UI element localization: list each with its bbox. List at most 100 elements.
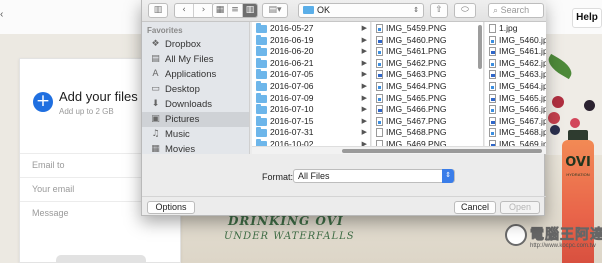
pictures-icon: ▣: [151, 114, 160, 124]
image-file-icon: [489, 47, 496, 57]
file-row[interactable]: IMG_5465.PNG: [372, 93, 483, 105]
folder-icon: [256, 23, 267, 33]
format-select[interactable]: All Files ⇕: [293, 169, 455, 183]
file-row[interactable]: IMG_5460.PNG: [372, 35, 483, 47]
image-file-icon: [489, 93, 496, 103]
file-name: IMG_5469.jp: [499, 139, 546, 146]
file-row[interactable]: IMG_5468.PNG: [372, 127, 483, 139]
sidebar-item[interactable]: ❖ Dropbox: [142, 37, 249, 52]
folder-row[interactable]: 2016-07-10 ▶: [252, 104, 370, 116]
blueberry-icon: [550, 125, 560, 135]
list-view-icon[interactable]: ≡: [228, 4, 243, 17]
folder-icon: [256, 127, 267, 138]
image-file-icon: [376, 24, 383, 33]
menu-icon[interactable]: ‹: [0, 10, 4, 20]
folder-row[interactable]: 2016-06-19 ▶: [252, 34, 370, 47]
sidebar-item[interactable]: ⬇ Downloads: [142, 97, 249, 112]
sidebar-item[interactable]: ♫ Music: [142, 127, 249, 142]
file-row[interactable]: IMG_5463.PNG: [372, 69, 483, 81]
add-files-title[interactable]: Add your files: [59, 89, 138, 104]
transfer-button[interactable]: [56, 255, 146, 263]
image-file-icon: [489, 70, 496, 80]
sidebar-item[interactable]: ▣ Pictures: [142, 112, 249, 127]
file-row[interactable]: IMG_5469.PNG: [372, 139, 483, 146]
file-row[interactable]: IMG_5464.jp: [485, 81, 546, 93]
image-file-icon: [489, 24, 496, 33]
cancel-button[interactable]: Cancel: [454, 201, 496, 214]
options-button[interactable]: Options: [147, 201, 195, 214]
file-row[interactable]: IMG_5463.jp: [485, 69, 546, 81]
open-file-dialog: ▥ ‹ › ▦ ≡ ▥ ▤▾ OK ⇕ ⇧ ⬭ ⌕ Search Favorit…: [141, 0, 546, 216]
add-files-button[interactable]: +: [33, 92, 53, 112]
icon-view-icon[interactable]: ▦: [213, 4, 228, 17]
file-row[interactable]: IMG_5465.jp: [485, 93, 546, 105]
file-row[interactable]: IMG_5467.PNG: [372, 116, 483, 128]
search-input[interactable]: ⌕ Search: [488, 3, 544, 18]
folder-row[interactable]: 2016-05-27 ▶: [252, 23, 370, 35]
file-name: IMG_5461.PNG: [386, 46, 447, 57]
column-view-icon[interactable]: ▥: [243, 4, 257, 17]
chevron-right-icon: ▶: [361, 47, 367, 56]
scrollbar-thumb[interactable]: [342, 149, 542, 153]
image-file-icon: [489, 82, 496, 91]
open-button[interactable]: Open: [500, 201, 540, 214]
folder-row[interactable]: 2016-07-05 ▶: [252, 69, 370, 81]
watermark-text: 電腦王阿達: [530, 227, 602, 244]
files-scrollbar[interactable]: [478, 25, 482, 69]
file-row[interactable]: IMG_5459.PNG: [372, 23, 483, 35]
image-file-icon: [376, 58, 383, 68]
file-name: IMG_5466.PNG: [386, 104, 447, 115]
back-icon[interactable]: ‹: [175, 4, 194, 17]
music-icon: ♫: [151, 129, 160, 139]
image-file-icon: [376, 70, 383, 80]
image-file-icon: [376, 82, 383, 91]
horizontal-scrollbar[interactable]: [252, 146, 546, 154]
sidebar-item[interactable]: A Applications: [142, 67, 249, 82]
file-row[interactable]: IMG_5460.jpe: [485, 35, 546, 47]
arrange-icon[interactable]: ▤▾: [262, 3, 288, 18]
favorites-heading: Favorites: [147, 26, 183, 35]
folder-icon: [256, 57, 267, 68]
file-name: IMG_5460.jpe: [499, 34, 546, 45]
sidebar-item[interactable]: ▦ Movies: [142, 142, 249, 154]
sidebar-item[interactable]: ▤ All My Files: [142, 52, 249, 67]
file-row[interactable]: IMG_5468.jp: [485, 127, 546, 139]
folder-row[interactable]: 2016-07-15 ▶: [252, 115, 370, 128]
file-row[interactable]: 1.jpg: [485, 23, 546, 35]
sidebar-item-label: Dropbox: [165, 39, 201, 50]
location-popup[interactable]: OK ⇕: [298, 3, 424, 18]
folder-row[interactable]: 2016-06-21 ▶: [252, 57, 370, 70]
image-file-icon: [489, 128, 496, 138]
applications-icon: A: [152, 69, 159, 79]
folder-row[interactable]: 2016-06-20 ▶: [252, 46, 370, 58]
folder-row[interactable]: 2016-07-09 ▶: [252, 92, 370, 105]
file-name: IMG_5462.PNG: [386, 57, 447, 68]
folder-row[interactable]: 2016-07-06 ▶: [252, 81, 370, 93]
folder-row[interactable]: 2016-07-31 ▶: [252, 127, 370, 139]
file-row[interactable]: IMG_5461.PNG: [372, 46, 483, 58]
folder-name: 2016-07-10: [270, 104, 314, 115]
file-row[interactable]: IMG_5464.PNG: [372, 81, 483, 93]
share-icon[interactable]: ⇧: [430, 3, 448, 18]
ad-headline: DRINKING OVI: [228, 214, 344, 228]
file-row[interactable]: IMG_5469.jp: [485, 139, 546, 146]
dialog-toolbar: ▥ ‹ › ▦ ≡ ▥ ▤▾ OK ⇕ ⇧ ⬭ ⌕ Search: [142, 0, 546, 22]
sidebar-item[interactable]: ▭ Desktop: [142, 82, 249, 97]
folder-icon: [256, 104, 267, 115]
folder-row[interactable]: 2016-10-02 ▶: [252, 139, 370, 146]
file-name: 1.jpg: [499, 23, 518, 33]
file-row[interactable]: IMG_5461.jp: [485, 46, 546, 58]
file-row[interactable]: IMG_5462.PNG: [372, 57, 483, 70]
file-row[interactable]: IMG_5466.jp: [485, 104, 546, 116]
tag-icon[interactable]: ⬭: [454, 3, 476, 18]
file-row[interactable]: IMG_5462.jp: [485, 58, 546, 70]
back-forward-control: ‹ ›: [174, 3, 214, 18]
preview-column: 1.jpgIMG_5460.jpeIMG_5461.jpIMG_5462.jpI…: [485, 22, 546, 146]
sidebar-toggle-icon[interactable]: ▥: [148, 3, 168, 18]
dropbox-icon: ❖: [151, 39, 160, 49]
file-row[interactable]: IMG_5467.jp: [485, 116, 546, 128]
file-name: IMG_5468.PNG: [386, 127, 447, 138]
forward-icon[interactable]: ›: [194, 4, 213, 17]
file-row[interactable]: IMG_5466.PNG: [372, 104, 483, 116]
help-button[interactable]: Help: [572, 8, 602, 28]
